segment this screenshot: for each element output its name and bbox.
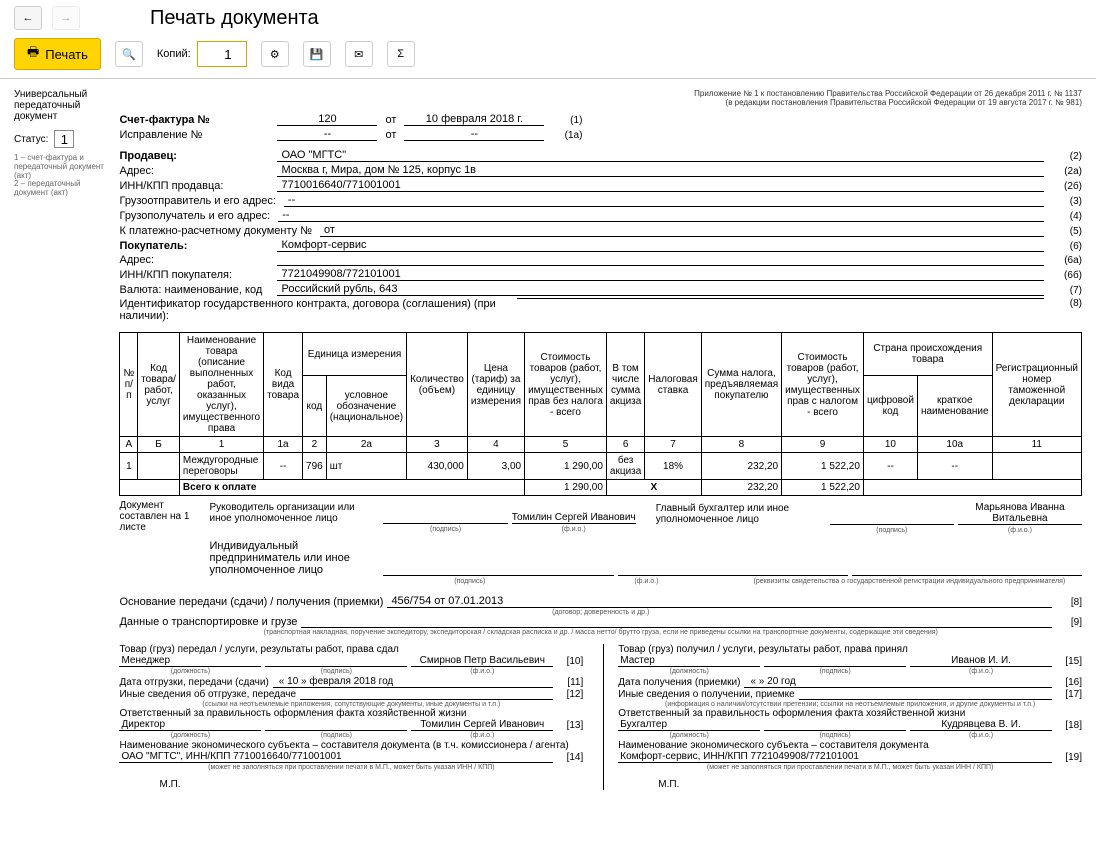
settings-button[interactable]: ⚙ xyxy=(261,41,289,67)
appendix-note: Приложение № 1 к постановлению Правитель… xyxy=(119,89,1082,107)
basis-label: Основание передачи (сдачи) / получения (… xyxy=(119,596,383,608)
accountant-name: Марьянова Иванна Витальевна xyxy=(958,502,1082,525)
line-8: (8) xyxy=(1052,298,1082,309)
table-row: 1 Междугородные переговоры-- 796шт 430,0… xyxy=(120,453,1082,480)
line-1: (1) xyxy=(552,115,582,126)
th-qty: Количество (объем) xyxy=(407,333,468,437)
contract-id-label: Идентификатор государственного контракта… xyxy=(119,298,509,322)
line-1a: (1а) xyxy=(552,130,582,141)
th-ucode: код xyxy=(303,376,327,437)
ip-label: Индивидуальный предприниматель или иное … xyxy=(209,540,379,576)
correction-label: Исправление № xyxy=(119,129,269,141)
th-kind: Код вида товара xyxy=(264,333,303,437)
page-title: Печать документа xyxy=(150,7,319,30)
email-button[interactable]: ✉ xyxy=(345,41,373,67)
invoice-date: 10 февраля 2018 г. xyxy=(404,113,544,126)
contract-id-value xyxy=(517,298,1044,299)
print-button[interactable]: 🖶 Печать xyxy=(14,38,101,70)
print-label: Печать xyxy=(45,47,88,62)
accountant-sign xyxy=(830,524,954,525)
th-rate: Налоговая ставка xyxy=(645,333,701,437)
ip-rekv xyxy=(852,575,1082,576)
right-sign-column: Товар (груз) получил / услуги, результат… xyxy=(603,644,1082,790)
toolbar: ← → Печать документа 🖶 Печать 🔍 Копий: ⚙… xyxy=(0,0,1096,79)
th-name: Наименование товара (описание выполненны… xyxy=(179,333,263,437)
th-price: Цена (тариф) за единицу измерения xyxy=(467,333,524,437)
from-label-2: от xyxy=(385,129,396,141)
correction-number: -- xyxy=(277,128,377,141)
stamp-right: М.П. xyxy=(658,779,1082,790)
invoice-number: 120 xyxy=(277,113,377,126)
preview-button[interactable]: 🔍 xyxy=(115,41,143,67)
transport-value xyxy=(301,627,1052,628)
save-button[interactable]: 💾 xyxy=(303,41,331,67)
basis-value: 456/754 от 07.01.2013 xyxy=(387,595,1052,608)
ceo-label: Руководитель организации или иное уполно… xyxy=(209,502,379,524)
doc-type-label: Универсальный передаточный документ xyxy=(14,89,105,122)
th-excise: В том числе сумма акциза xyxy=(606,333,644,437)
items-table: № п/п Код товара/ работ, услуг Наименова… xyxy=(119,332,1082,496)
th-sum-notax: Стоимость товаров (работ, услуг), имущес… xyxy=(525,333,607,437)
correction-date: -- xyxy=(404,128,544,141)
left-panel: Универсальный передаточный документ Стат… xyxy=(14,89,105,790)
th-decl: Регистрационный номер таможенной деклара… xyxy=(992,333,1081,437)
th-tax: Сумма налога, предъявляемая покупателю xyxy=(701,333,781,437)
invoice-label: Счет-фактура № xyxy=(119,114,269,126)
from-label: от xyxy=(385,114,396,126)
status-label: Статус: xyxy=(14,134,48,145)
forward-button[interactable]: → xyxy=(52,6,80,30)
status-input[interactable] xyxy=(54,130,74,148)
accountant-label: Главный бухгалтер или иное уполномоченно… xyxy=(656,503,826,525)
th-sum-tax: Стоимость товаров (работ, услуг), имущес… xyxy=(782,333,864,437)
ip-name xyxy=(618,575,848,576)
transport-label: Данные о транспортировке и грузе xyxy=(119,616,297,628)
ceo-name: Томилин Сергей Иванович xyxy=(512,512,636,524)
th-uname: условное обозначение (национальное) xyxy=(326,376,406,437)
copies-input[interactable] xyxy=(197,41,247,67)
th-ccode: цифровой код xyxy=(863,376,917,437)
th-num: № п/п xyxy=(120,333,138,437)
ip-sign xyxy=(383,575,613,576)
left-sign-column: Товар (груз) передал / услуги, результат… xyxy=(119,644,583,790)
th-unit: Единица измерения xyxy=(303,333,407,376)
total-row: Всего к оплате 1 290,00 X 232,20 1 522,2… xyxy=(120,480,1082,496)
sum-button[interactable]: Σ xyxy=(387,41,415,67)
th-code: Код товара/ работ, услуг xyxy=(138,333,180,437)
printer-icon: 🖶 xyxy=(27,43,39,65)
copies-label: Копий: xyxy=(157,48,191,60)
th-cname: краткое наименование xyxy=(917,376,992,437)
back-button[interactable]: ← xyxy=(14,6,42,30)
status-footnote: 1 – счет-фактура и передаточный документ… xyxy=(14,154,105,198)
stamp-left: М.П. xyxy=(159,779,583,790)
main-panel: Приложение № 1 к постановлению Правитель… xyxy=(119,89,1082,790)
ceo-sign xyxy=(383,523,507,524)
compose-note: Документ составлен на 1 листе xyxy=(119,496,199,587)
th-country: Страна происхождения товара xyxy=(863,333,992,376)
